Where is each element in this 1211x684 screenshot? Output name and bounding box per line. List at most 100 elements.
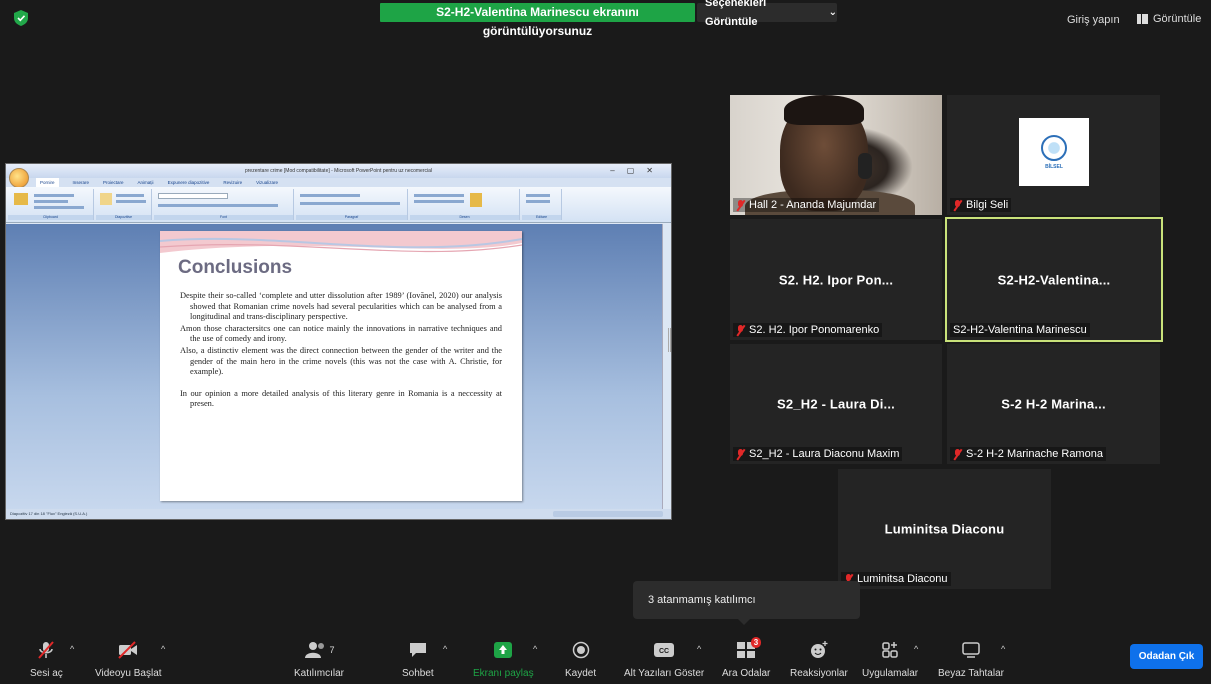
breakout-rooms-button[interactable]: 3 Ara Odalar [722, 637, 771, 679]
slide-title: Conclusions [178, 257, 293, 278]
participants-button[interactable]: 7 Katılımcılar [294, 640, 344, 679]
participant-display-name: Luminitsa Diaconu [884, 521, 1005, 537]
whiteboards-label: Beyaz Tahtalar [938, 668, 1004, 679]
share-screen-icon [494, 642, 513, 658]
audio-options-caret[interactable]: ^ [70, 644, 74, 654]
participant-name-label: S-2 H-2 Marinache Ramona [950, 447, 1106, 461]
apps-options-caret[interactable]: ^ [914, 644, 918, 654]
grid-view-icon [1137, 14, 1148, 24]
participant-tile-active-speaker[interactable]: S2-H2-Valentina... S2-H2-Valentina Marin… [945, 217, 1163, 342]
reactions-button[interactable]: Reaksiyonlar [790, 640, 848, 679]
security-shield-icon[interactable] [14, 10, 28, 26]
captions-button[interactable]: CC Alt Yazıları Göster [624, 640, 704, 679]
tab-inserare[interactable]: Inserare [73, 178, 90, 187]
tab-vizualizare[interactable]: Vizualizare [256, 178, 278, 187]
video-off-icon [118, 641, 138, 659]
participant-display-name: S2-H2-Valentina... [997, 272, 1111, 287]
ppt-status-text: Diapozitiv 17 din 18 "Flux" Engleză (S.U… [10, 511, 88, 516]
leave-meeting-button[interactable]: Odadan Çık [1130, 644, 1203, 669]
share-screen-label: Ekranı paylaş [473, 668, 534, 679]
tab-pornire[interactable]: Pornire [36, 178, 59, 187]
participant-tile[interactable]: S2. H2. Ipor Pon... S2. H2. Ipor Ponomar… [730, 219, 942, 340]
unmute-button[interactable]: Sesi aç [30, 640, 63, 679]
ppt-window-title: prezentare crime [Mod compatibilitate] -… [244, 168, 433, 174]
ribbon-group-clipboard: Clipboard [8, 189, 94, 220]
reactions-smiley-icon [810, 641, 828, 658]
chat-button[interactable]: Sohbet [402, 640, 434, 679]
ppt-ribbon-tabs: Pornire Inserare Proiectare Animații Exp… [6, 178, 671, 187]
tab-expunere[interactable]: Expunere diapozitive [168, 178, 210, 187]
whiteboard-icon [962, 642, 980, 658]
unmute-label: Sesi aç [30, 668, 63, 679]
apps-button[interactable]: Uygulamalar [862, 640, 918, 679]
view-options-label: Seçenekleri Görüntüle [705, 0, 767, 28]
record-icon [572, 641, 589, 659]
participant-name-label: Hall 2 - Ananda Majumdar [733, 198, 880, 212]
webcam-feed [730, 95, 942, 215]
ppt-statusbar: Diapozitiv 17 din 18 "Flux" Engleză (S.U… [6, 509, 671, 519]
slide-paragraph: Also, a distinctiv element was the direc… [180, 345, 502, 377]
chat-label: Sohbet [402, 668, 434, 679]
ribbon-group-paragraph: Paragraf [296, 189, 408, 220]
ribbon-group-editing: Editare [522, 189, 562, 220]
participant-tile-video[interactable]: Hall 2 - Ananda Majumdar [730, 95, 942, 215]
ppt-scrollbar[interactable] [662, 224, 671, 511]
participant-tile[interactable]: Luminitsa Diaconu Luminitsa Diaconu [838, 469, 1051, 589]
mic-muted-icon [953, 199, 962, 211]
headphones-icon [858, 153, 872, 179]
video-options-caret[interactable]: ^ [161, 644, 165, 654]
window-controls-icon[interactable]: –▢✕ [610, 164, 665, 178]
ribbon-group-slides: Diapozitive [96, 189, 152, 220]
participant-display-name: S2. H2. Ipor Pon... [778, 272, 894, 287]
chat-options-caret[interactable]: ^ [443, 644, 447, 654]
unassigned-participants-tooltip: 3 atanmamış katılımcı [633, 581, 860, 625]
chat-icon [409, 643, 426, 657]
office-button-icon[interactable] [9, 168, 29, 188]
participant-tile[interactable]: S2_H2 - Laura Di... S2_H2 - Laura Diacon… [730, 344, 942, 464]
participant-name-label: S2-H2-Valentina Marinescu [950, 323, 1090, 337]
whiteboard-options-caret[interactable]: ^ [1001, 644, 1005, 654]
chevron-down-icon: ⌄ [828, 7, 837, 18]
tab-revizuire[interactable]: Revizuire [223, 178, 242, 187]
apps-icon [882, 642, 898, 658]
shared-screen[interactable]: prezentare crime [Mod compatibilitate] -… [5, 163, 672, 520]
participant-name-label: S2. H2. Ipor Ponomarenko [733, 323, 883, 337]
zoom-slider[interactable] [553, 511, 663, 517]
record-button[interactable]: Kaydet [565, 640, 596, 679]
participant-logo: BİLSEL [1019, 118, 1089, 186]
slide-body: Despite their so-called ‘complete and ut… [180, 291, 502, 411]
share-screen-button[interactable]: Ekranı paylaş [473, 640, 534, 679]
ppt-titlebar: prezentare crime [Mod compatibilitate] -… [6, 164, 671, 178]
logo-emblem-icon [1041, 134, 1067, 161]
participants-count: 7 [329, 645, 335, 655]
breakout-rooms-label: Ara Odalar [722, 668, 771, 679]
screen-share-banner: S2-H2-Valentina Marinescu ekranını görün… [380, 3, 695, 38]
mic-muted-icon [953, 448, 962, 460]
participant-name-label: Bilgi Seli [950, 198, 1012, 212]
start-video-button[interactable]: Videoyu Başlat [95, 640, 162, 679]
start-video-label: Videoyu Başlat [95, 668, 162, 679]
captions-label: Alt Yazıları Göster [624, 668, 705, 679]
participant-tile[interactable]: S-2 H-2 Marina... S-2 H-2 Marinache Ramo… [947, 344, 1160, 464]
view-button[interactable]: Görüntüle [1137, 13, 1201, 25]
ppt-ribbon: Clipboard Diapozitive Font Paragraf Dese… [6, 187, 671, 223]
participant-tile[interactable]: BİLSEL Bilgi Seli [947, 95, 1160, 215]
tab-proiectare[interactable]: Proiectare [103, 178, 124, 187]
apps-label: Uygulamalar [862, 668, 919, 679]
participants-icon [304, 642, 324, 658]
view-options-button[interactable]: Seçenekleri Görüntüle ⌄ [697, 0, 837, 28]
sign-in-link[interactable]: Giriş yapın [1067, 14, 1120, 26]
logo-text: BİLSEL [1045, 163, 1063, 170]
whiteboards-button[interactable]: Beyaz Tahtalar [938, 640, 1004, 679]
captions-options-caret[interactable]: ^ [697, 644, 701, 654]
presentation-slide: Conclusions Despite their so-called ‘com… [160, 231, 522, 501]
slide-paragraph: In our opinion a more detailed analysis … [180, 388, 502, 409]
share-resize-handle[interactable] [668, 328, 671, 352]
share-options-caret[interactable]: ^ [533, 644, 537, 654]
record-label: Kaydet [565, 668, 597, 679]
mic-muted-icon [736, 448, 745, 460]
meeting-toolbar: Sesi aç ^ Videoyu Başlat ^ 7 Katılımcıla… [0, 628, 1211, 684]
slide-paragraph: Despite their so-called ‘complete and ut… [180, 291, 502, 322]
view-label: Görüntüle [1153, 13, 1202, 25]
tab-animatii[interactable]: Animații [138, 178, 154, 187]
